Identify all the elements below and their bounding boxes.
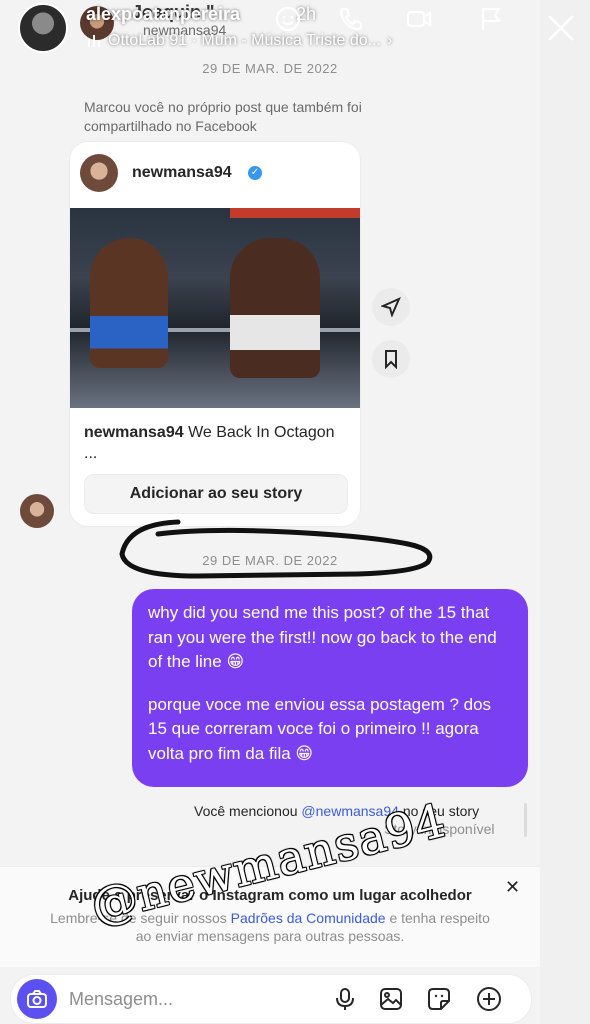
share-post-button[interactable] <box>372 288 410 326</box>
post-author-username[interactable]: newmansa94 <box>132 164 232 182</box>
image-icon <box>380 988 402 1010</box>
sticker-button[interactable] <box>425 985 453 1013</box>
reply-indicator <box>524 803 527 837</box>
story-username[interactable]: alexpoatanpereira <box>86 4 240 25</box>
top-header: Joaquin " newmansa94 alexpoatanpereira 2… <box>0 0 590 64</box>
message-composer: Mensagem... <box>10 974 532 1024</box>
message-portuguese: porque voce me enviou essa postagem ? do… <box>148 694 492 763</box>
music-bars-icon <box>88 35 100 47</box>
close-icon <box>548 15 574 41</box>
story-avatar[interactable] <box>18 3 68 53</box>
message-english: why did you send me this post? of the 15… <box>148 603 497 671</box>
plus-icon <box>477 987 501 1011</box>
date-separator: 29 DE MAR. DE 2022 <box>202 553 338 568</box>
message-input[interactable]: Mensagem... <box>69 989 173 1010</box>
smile-icon <box>275 6 301 32</box>
verified-badge-icon: ✓ <box>248 166 262 180</box>
mention-prefix: Você mencionou <box>194 803 298 819</box>
shared-post-card[interactable]: newmansa94 ✓ newmansa94 We Back In Octag… <box>70 142 360 526</box>
sender-avatar[interactable] <box>20 494 54 528</box>
emoji-reaction-button[interactable] <box>271 2 305 36</box>
camera-button[interactable] <box>17 979 57 1019</box>
phone-icon <box>339 7 363 31</box>
camera-icon <box>27 990 47 1008</box>
save-post-button[interactable] <box>372 340 410 378</box>
fighter-right <box>230 238 320 378</box>
share-icon <box>381 297 401 317</box>
voice-message-button[interactable] <box>331 985 359 1013</box>
post-caption: newmansa94 We Back In Octagon ... <box>84 422 344 464</box>
post-author-avatar[interactable] <box>80 154 118 192</box>
call-button[interactable] <box>334 2 368 36</box>
bookmark-icon <box>385 350 397 369</box>
video-icon <box>406 10 432 28</box>
tag-notice: Marcou você no próprio post que também f… <box>84 99 362 134</box>
more-options-button[interactable] <box>475 985 503 1013</box>
banner-close-icon[interactable]: ✕ <box>505 877 520 898</box>
fighter-left <box>90 238 168 368</box>
microphone-icon <box>336 988 354 1010</box>
chevron-right-icon: › <box>386 32 393 49</box>
report-button[interactable] <box>474 2 508 36</box>
video-call-button[interactable] <box>402 2 436 36</box>
community-guidelines-link[interactable]: Padrões da Comunidade <box>231 910 386 926</box>
close-button[interactable] <box>545 12 577 49</box>
post-image[interactable] <box>70 208 360 408</box>
caption-username: newmansa94 <box>84 424 184 441</box>
gallery-button[interactable] <box>377 985 405 1013</box>
sticker-icon <box>428 988 450 1010</box>
octagon-banner <box>230 208 360 218</box>
sent-message-bubble[interactable]: why did you send me this post? of the 15… <box>132 589 528 787</box>
background-strip <box>540 0 590 1024</box>
add-to-story-button[interactable]: Adicionar ao seu story <box>84 474 348 514</box>
date-separator: 29 DE MAR. DE 2022 <box>202 61 338 76</box>
flag-icon <box>481 7 502 30</box>
